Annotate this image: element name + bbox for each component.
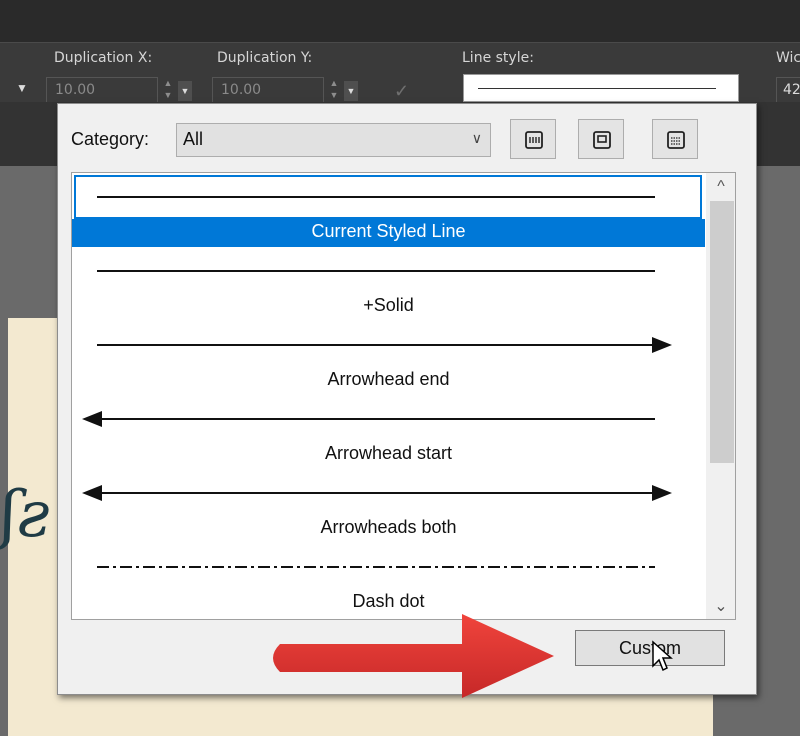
line-style-label: Line style: [462, 50, 534, 66]
list-item-current-styled-line[interactable]: Current Styled Line [72, 173, 705, 247]
line-preview-arrowhead-end [97, 337, 672, 353]
duplication-y-spinner-icon[interactable]: ▲ ▼ [326, 77, 342, 105]
dropdown-arrow-icon[interactable]: ▼ [16, 81, 40, 101]
line-style-dropdown[interactable] [463, 74, 739, 102]
line-preview-dash-dot [97, 566, 655, 568]
annotation-arrow-icon [273, 614, 554, 698]
duplication-y-dropdown-icon[interactable]: ▼ [344, 81, 358, 101]
line-preview-arrowheads-both [82, 485, 672, 501]
line-preview-solid [97, 270, 655, 272]
duplication-x-label: Duplication X: [54, 50, 153, 66]
grid-view-button[interactable] [652, 119, 698, 159]
canvas-artwork: ʃƨ [0, 478, 51, 552]
title-strip [0, 0, 800, 42]
mouse-cursor-icon [652, 640, 673, 672]
scroll-up-icon[interactable]: ^ [706, 173, 735, 201]
line-style-list: Current Styled Line +Solid Arrowhead end… [71, 172, 736, 620]
category-select[interactable]: All ∨ [176, 123, 491, 157]
list-item-label: Arrowhead end [327, 369, 450, 389]
duplication-x-input[interactable]: 10.00 [46, 77, 158, 105]
list-item-label: Arrowhead start [324, 443, 453, 463]
chevron-down-icon: ∨ [471, 130, 482, 146]
width-label: Wic [776, 50, 800, 66]
list-view-button[interactable] [510, 119, 556, 159]
line-style-preview [478, 88, 716, 89]
width-input[interactable]: 42 [776, 77, 800, 105]
apply-check-icon[interactable]: ✓ [394, 81, 409, 102]
list-item-label: Current Styled Line [311, 221, 466, 241]
category-value: All [183, 129, 204, 149]
duplication-y-input[interactable]: 10.00 [212, 77, 324, 105]
list-scrollbar[interactable]: ^ ⌄ [706, 173, 735, 619]
category-label: Category: [71, 129, 150, 149]
list-item-label: Arrowheads both [320, 517, 457, 537]
duplication-x-dropdown-icon[interactable]: ▼ [178, 81, 192, 101]
list-item-arrowhead-start[interactable]: Arrowhead start [72, 395, 705, 469]
scrollbar-thumb[interactable] [710, 201, 734, 463]
large-view-icon [593, 131, 611, 149]
grid-view-icon [667, 131, 685, 149]
line-preview-plain [97, 196, 655, 198]
list-item-arrowheads-both[interactable]: Arrowheads both [72, 469, 705, 543]
scroll-down-icon[interactable]: ⌄ [706, 593, 735, 619]
list-item-solid[interactable]: +Solid [72, 247, 705, 321]
list-view-icon [525, 131, 543, 149]
duplication-y-label: Duplication Y: [217, 50, 313, 66]
line-preview-arrowhead-start [82, 411, 655, 427]
list-item-label: +Solid [363, 295, 414, 315]
list-item-arrowhead-end[interactable]: Arrowhead end [72, 321, 705, 395]
large-view-button[interactable] [578, 119, 624, 159]
duplication-x-spinner-icon[interactable]: ▲ ▼ [160, 77, 176, 105]
